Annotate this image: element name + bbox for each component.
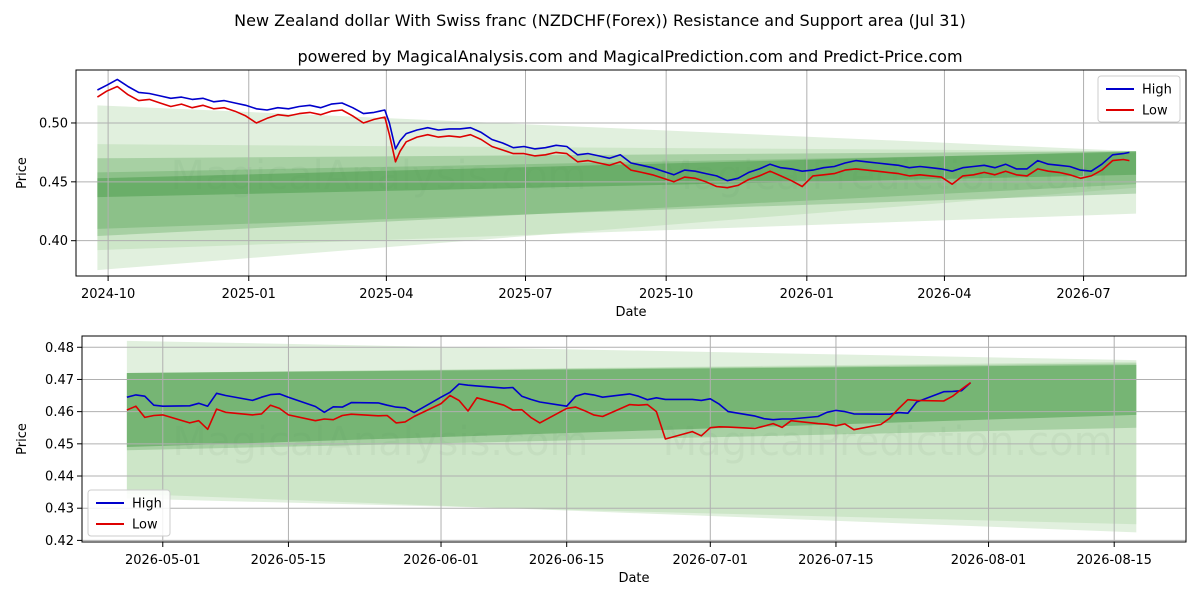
x-tick-label: 2025-10 [639,287,693,302]
y-tick-label: 0.45 [45,437,74,452]
y-tick-label: 0.46 [45,405,74,420]
y-tick-label: 0.48 [45,341,74,356]
x-tick-label: 2026-07-15 [798,553,874,568]
x-tick-label: 2026-08-15 [1076,553,1152,568]
y-tick-label: 0.50 [39,116,68,131]
x-tick-label: 2026-07 [1056,287,1110,302]
x-tick-label: 2024-10 [81,287,135,302]
x-tick-label: 2026-08-01 [951,553,1027,568]
y-axis-label: Price [15,423,30,455]
x-tick-label: 2026-05-01 [125,553,201,568]
y-tick-label: 0.42 [45,534,74,549]
x-tick-label: 2026-06-01 [403,553,479,568]
y-tick-label: 0.45 [39,175,68,190]
x-tick-label: 2026-07-01 [673,553,749,568]
chart-root: New Zealand dollar With Swiss franc (NZD… [0,0,1200,600]
legend: High Low [1097,75,1181,123]
x-tick-label: 2025-04 [359,287,413,302]
y-tick-label: 0.40 [39,234,68,249]
x-axis-label: Date [615,305,646,320]
y-tick-label: 0.44 [45,470,74,485]
x-tick-label: 2026-04 [917,287,971,302]
page-title: New Zealand dollar With Swiss franc (NZD… [234,11,966,30]
x-tick-label: 2026-01 [780,287,834,302]
top-panel: MagicalAnalysis.comMagicalPrediction.com… [15,69,1187,320]
chart-svg: New Zealand dollar With Swiss franc (NZD… [15,11,1187,586]
x-tick-label: 2026-05-15 [251,553,327,568]
page-subtitle: powered by MagicalAnalysis.com and Magic… [297,47,962,66]
bottom-panel: MagicalAnalysis.com MagicalPrediction.com… [15,335,1187,586]
y-axis-label: Price [15,157,30,189]
x-tick-label: 2026-06-15 [529,553,605,568]
y-tick-label: 0.47 [45,373,74,388]
legend-label-low: Low [1142,104,1168,119]
legend-label-low: Low [132,518,158,533]
x-axis-label: Date [618,571,649,586]
legend: High Low [87,489,171,537]
legend-label-high: High [1142,83,1172,98]
x-tick-label: 2025-01 [222,287,276,302]
x-tick-label: 2025-07 [498,287,552,302]
legend-label-high: High [132,497,162,512]
y-tick-label: 0.43 [45,502,74,517]
